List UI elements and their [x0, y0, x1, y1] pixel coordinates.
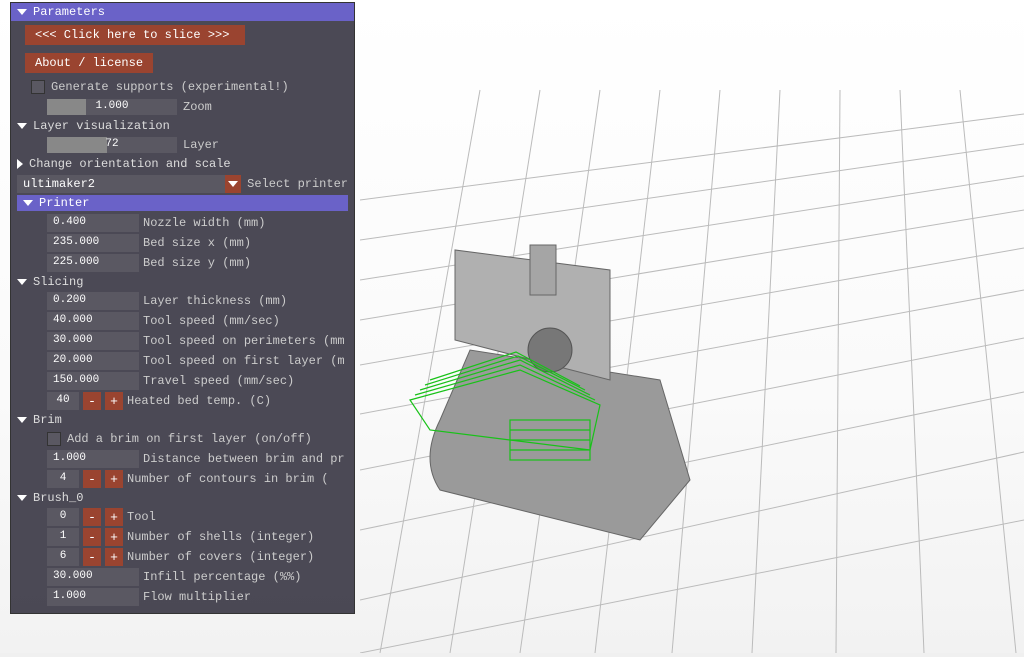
bed-y-input[interactable]: 225.000	[47, 254, 139, 272]
supports-checkbox[interactable]	[31, 80, 45, 94]
brush-tool-minus[interactable]: -	[83, 508, 101, 526]
brush-tool-plus[interactable]: +	[105, 508, 123, 526]
brush-shells-plus[interactable]: +	[105, 528, 123, 546]
slice-button[interactable]: <<< Click here to slice >>>	[25, 25, 245, 45]
chevron-right-icon	[17, 159, 23, 169]
brush-covers-plus[interactable]: +	[105, 548, 123, 566]
model-benchy	[410, 245, 690, 540]
travel-speed-input[interactable]: 150.000	[47, 372, 139, 390]
chevron-down-icon	[23, 200, 33, 206]
about-button[interactable]: About / license	[25, 53, 153, 73]
layer-slider[interactable]: 72	[47, 137, 177, 153]
brim-contours-input[interactable]: 4	[47, 470, 79, 488]
bed-temp-minus[interactable]: -	[83, 392, 101, 410]
brim-contours-plus[interactable]: +	[105, 470, 123, 488]
brim-contours-minus[interactable]: -	[83, 470, 101, 488]
bed-temp-plus[interactable]: +	[105, 392, 123, 410]
brush-shells-minus[interactable]: -	[83, 528, 101, 546]
brim-distance-input[interactable]: 1.000	[47, 450, 139, 468]
supports-label: Generate supports (experimental!)	[51, 80, 289, 94]
perimeter-speed-input[interactable]: 30.000	[47, 332, 139, 350]
parameters-panel: Parameters <<< Click here to slice >>> A…	[10, 2, 355, 614]
section-orientation[interactable]: Change orientation and scale	[11, 155, 354, 173]
zoom-slider[interactable]: 1.000	[47, 99, 177, 115]
chevron-down-icon	[17, 417, 27, 423]
brush-covers-minus[interactable]: -	[83, 548, 101, 566]
bed-temp-input[interactable]: 40	[47, 392, 79, 410]
tool-speed-input[interactable]: 40.000	[47, 312, 139, 330]
flow-input[interactable]: 1.000	[47, 588, 139, 606]
brush-tool-input[interactable]: 0	[47, 508, 79, 526]
build-plate-grid	[360, 0, 1024, 653]
brush-covers-input[interactable]: 6	[47, 548, 79, 566]
section-printer[interactable]: Printer	[17, 195, 348, 211]
section-brim[interactable]: Brim	[11, 411, 354, 429]
brim-checkbox[interactable]	[47, 432, 61, 446]
first-layer-speed-input[interactable]: 20.000	[47, 352, 139, 370]
infill-input[interactable]: 30.000	[47, 568, 139, 586]
chevron-down-icon	[17, 123, 27, 129]
brush-shells-input[interactable]: 1	[47, 528, 79, 546]
scene-3d[interactable]	[360, 0, 1024, 653]
printer-select[interactable]: ultimaker2	[17, 175, 225, 193]
chevron-down-icon	[17, 279, 27, 285]
chevron-down-icon	[228, 181, 238, 187]
panel-titlebar[interactable]: Parameters	[11, 3, 354, 21]
nozzle-width-input[interactable]: 0.400	[47, 214, 139, 232]
printer-select-dropdown[interactable]	[225, 175, 241, 193]
section-brush[interactable]: Brush_0	[11, 489, 354, 507]
layer-thickness-input[interactable]: 0.200	[47, 292, 139, 310]
chevron-down-icon	[17, 495, 27, 501]
panel-title: Parameters	[33, 5, 105, 19]
section-layer-visualization[interactable]: Layer visualization	[11, 117, 354, 135]
collapse-icon	[17, 9, 27, 15]
section-slicing[interactable]: Slicing	[11, 273, 354, 291]
bed-x-input[interactable]: 235.000	[47, 234, 139, 252]
